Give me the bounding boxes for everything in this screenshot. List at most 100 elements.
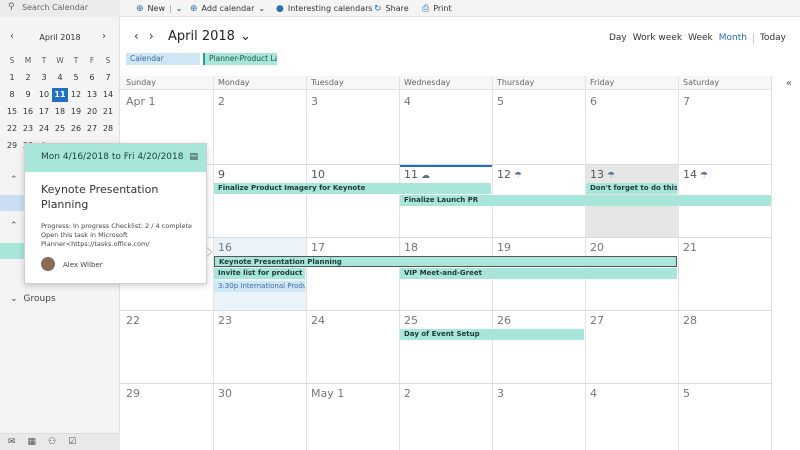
view-week[interactable]: Week	[688, 33, 713, 44]
mini-day[interactable]: 26	[68, 124, 84, 133]
day-number[interactable]: 10	[311, 168, 325, 181]
day-number[interactable]: 2	[218, 95, 225, 108]
mini-day[interactable]: 10	[36, 90, 52, 99]
day-number[interactable]: 23	[218, 314, 232, 327]
day-number[interactable]: 4	[590, 387, 597, 400]
mini-day[interactable]: 4	[52, 73, 68, 82]
day-number[interactable]: 5	[683, 387, 690, 400]
chevron-up-icon[interactable]: ⌃	[10, 221, 18, 231]
interesting-calendars-button[interactable]: ● Interesting calendars	[276, 2, 373, 15]
mini-day[interactable]: 21	[100, 107, 116, 116]
open-calendar-icon[interactable]: ▤	[189, 152, 198, 162]
day-number[interactable]: 4	[404, 95, 411, 108]
day-number[interactable]: 12 ☂	[497, 168, 522, 181]
mini-day[interactable]: 17	[36, 107, 52, 116]
tasks-icon[interactable]: ☑	[68, 437, 76, 447]
day-number[interactable]: 6	[590, 95, 597, 108]
mini-day[interactable]: 8	[4, 90, 20, 99]
day-number[interactable]: 24	[311, 314, 325, 327]
chevron-down-icon[interactable]: ⌄	[176, 4, 183, 13]
day-number[interactable]: 29	[126, 387, 140, 400]
calendar-pill[interactable]: Calendar	[126, 53, 200, 65]
mini-day[interactable]: 25	[52, 124, 68, 133]
event-keynote-planning[interactable]: Keynote Presentation Planning	[214, 256, 677, 267]
search-input[interactable]: Search Calendar	[22, 3, 88, 12]
mini-day[interactable]: 5	[68, 73, 84, 82]
add-calendar-button[interactable]: ⊕ Add calendar ⌄	[190, 2, 265, 15]
planner-pill[interactable]: Planner-Product Lau	[203, 53, 277, 65]
mini-day[interactable]: 22	[4, 124, 20, 133]
day-number[interactable]: 20	[590, 241, 604, 254]
calendar-icon[interactable]: ▦	[28, 437, 37, 447]
people-icon[interactable]: ⚇	[48, 437, 56, 447]
event-dont-forget[interactable]: Don't forget to do this we	[586, 183, 677, 194]
day-number[interactable]: 14 ☂	[683, 168, 708, 181]
day-number[interactable]: 19	[497, 241, 511, 254]
mini-day[interactable]: 14	[100, 90, 116, 99]
day-number[interactable]: 7	[683, 95, 690, 108]
mini-day[interactable]: 19	[68, 107, 84, 116]
mini-day[interactable]: 29	[4, 141, 20, 150]
day-number-today[interactable]: 11 ☁	[404, 168, 430, 181]
mini-day[interactable]: 16	[20, 107, 36, 116]
mini-day[interactable]: 3	[36, 73, 52, 82]
mini-day[interactable]: 12	[68, 90, 84, 99]
day-number[interactable]: 5	[497, 95, 504, 108]
today-button[interactable]: Today	[760, 33, 786, 44]
day-number[interactable]: 16	[218, 241, 232, 254]
day-number[interactable]: 13 ☂	[590, 168, 615, 181]
mini-day-today[interactable]: 11	[52, 87, 68, 102]
day-number[interactable]: May 1	[311, 387, 344, 400]
mini-day[interactable]: 24	[36, 124, 52, 133]
mini-day[interactable]: 2	[20, 73, 36, 82]
mini-day[interactable]: 9	[20, 90, 36, 99]
month-title[interactable]: April 2018 ⌄	[168, 29, 251, 44]
mini-day[interactable]: 23	[20, 124, 36, 133]
day-number[interactable]: 2	[404, 387, 411, 400]
day-number[interactable]: 30	[218, 387, 232, 400]
mini-day[interactable]: 7	[100, 73, 116, 82]
event-product-imagery[interactable]: Finalize Product Imagery for Keynote	[214, 183, 491, 194]
day-number[interactable]: 25	[404, 314, 418, 327]
search-box[interactable]: ⚲ Search Calendar	[0, 0, 120, 17]
day-number[interactable]: 3	[311, 95, 318, 108]
previous-month-icon[interactable]: ‹	[134, 29, 139, 43]
chevron-right-icon[interactable]: ›	[102, 31, 106, 42]
day-number[interactable]: 17	[311, 241, 325, 254]
view-work-week[interactable]: Work week	[633, 33, 682, 44]
day-number[interactable]: 21	[683, 241, 697, 254]
day-number[interactable]: 9	[218, 168, 225, 181]
mini-day[interactable]: 20	[84, 107, 100, 116]
view-day[interactable]: Day	[609, 33, 627, 44]
day-number[interactable]: 28	[683, 314, 697, 327]
day-number[interactable]: 26	[497, 314, 511, 327]
mail-icon[interactable]: ✉	[8, 437, 16, 447]
day-number[interactable]: Apr 1	[126, 95, 156, 108]
selected-planner-strip[interactable]	[0, 243, 25, 259]
mini-day[interactable]: 27	[84, 124, 100, 133]
share-button[interactable]: ↻ Share	[374, 2, 409, 15]
next-month-icon[interactable]: ›	[149, 29, 154, 43]
day-number[interactable]: 22	[126, 314, 140, 327]
groups-section[interactable]: ⌄ Groups	[10, 294, 56, 304]
event-international-product[interactable]: 3:30p International Produ	[214, 281, 305, 292]
mini-day[interactable]: 6	[84, 73, 100, 82]
view-month[interactable]: Month	[719, 33, 747, 44]
chevron-up-icon[interactable]: ⌃	[10, 175, 18, 185]
day-number[interactable]: 3	[497, 387, 504, 400]
event-vip-meet[interactable]: VIP Meet-and-Greet	[400, 268, 677, 279]
day-number[interactable]: 18	[404, 241, 418, 254]
mini-day[interactable]: 1	[4, 73, 20, 82]
event-invite-list[interactable]: Invite list for product laun	[214, 268, 305, 279]
mini-day[interactable]: 15	[4, 107, 20, 116]
mini-day[interactable]: 28	[100, 124, 116, 133]
selected-calendar-strip[interactable]	[0, 195, 25, 211]
new-button[interactable]: ⊕ New | ⌄	[136, 2, 182, 15]
event-launch-pr[interactable]: Finalize Launch PR	[400, 195, 771, 206]
print-button[interactable]: ⎙ Print	[422, 2, 452, 15]
mini-day[interactable]: 18	[52, 107, 68, 116]
mini-day[interactable]: 13	[84, 90, 100, 99]
day-number[interactable]: 27	[590, 314, 604, 327]
collapse-pane-icon[interactable]: «	[786, 78, 792, 89]
event-day-of-setup[interactable]: Day of Event Setup	[400, 329, 584, 340]
